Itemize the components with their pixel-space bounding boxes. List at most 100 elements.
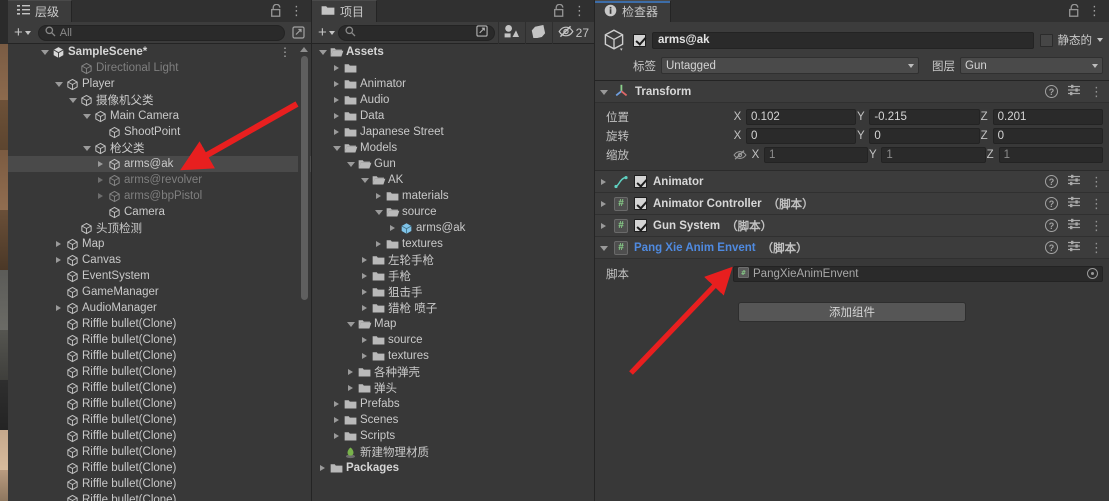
chevron-right-icon[interactable] (318, 464, 327, 473)
rotation-z-input[interactable]: 0 (992, 127, 1103, 144)
project-row[interactable]: 猎枪 喷子 (312, 300, 594, 316)
chevron-right-icon[interactable] (54, 304, 63, 313)
chevron-right-icon[interactable] (360, 304, 369, 313)
tag-dropdown[interactable]: Untagged (661, 57, 919, 74)
chevron-right-icon[interactable] (332, 64, 341, 73)
chevron-down-icon[interactable] (82, 144, 91, 153)
project-row[interactable]: Japanese Street (312, 124, 594, 140)
static-dropdown-chevron-icon[interactable] (1097, 38, 1103, 42)
hierarchy-row[interactable]: Riffle bullet(Clone) (8, 492, 311, 501)
chevron-right-icon[interactable] (332, 128, 341, 137)
hierarchy-row[interactable]: Riffle bullet(Clone) (8, 412, 311, 428)
rotation-x-input[interactable]: 0 (746, 127, 857, 144)
hierarchy-row[interactable]: 枪父类 (8, 140, 311, 156)
project-row[interactable]: Map (312, 316, 594, 332)
chevron-down-icon[interactable] (332, 144, 341, 153)
hierarchy-row[interactable]: Riffle bullet(Clone) (8, 428, 311, 444)
hierarchy-row[interactable]: Directional Light (8, 60, 311, 76)
add-component-button[interactable]: 添加组件 (738, 302, 966, 322)
hierarchy-row[interactable]: Riffle bullet(Clone) (8, 364, 311, 380)
hierarchy-row[interactable]: Map (8, 236, 311, 252)
project-row[interactable]: Scenes (312, 412, 594, 428)
hierarchy-row[interactable]: Camera (8, 204, 311, 220)
project-row[interactable]: arms@ak (312, 220, 594, 236)
hierarchy-scrollbar-thumb[interactable] (300, 56, 308, 300)
hierarchy-row[interactable]: Riffle bullet(Clone) (8, 396, 311, 412)
project-tree[interactable]: Assets Animator Audio Data Japanese Street Mo… (312, 44, 594, 501)
preset-icon[interactable] (1067, 239, 1081, 256)
chevron-down-icon[interactable] (40, 48, 49, 57)
rotation-y-input[interactable]: 0 (869, 127, 980, 144)
chevron-right-icon[interactable] (332, 400, 341, 409)
preset-icon[interactable] (1067, 195, 1081, 212)
component-options-kebab-icon[interactable]: ⋮ (1090, 197, 1103, 210)
component-options-kebab-icon[interactable]: ⋮ (1090, 241, 1103, 254)
hierarchy-row[interactable]: arms@bpPistol (8, 188, 311, 204)
chevron-right-icon[interactable] (96, 192, 105, 201)
help-icon[interactable]: ? (1045, 219, 1058, 232)
gameobject-enabled-checkbox[interactable] (633, 33, 646, 47)
project-row[interactable]: textures (312, 236, 594, 252)
filter-by-label-button[interactable] (524, 21, 552, 44)
chevron-right-icon[interactable] (388, 224, 397, 233)
help-icon[interactable]: ? (1045, 85, 1058, 98)
hierarchy-scrollbar[interactable] (298, 44, 310, 501)
project-row[interactable]: 弹头 (312, 380, 594, 396)
chevron-down-icon[interactable] (82, 112, 91, 121)
hierarchy-search-popout-button[interactable] (289, 24, 308, 41)
object-picker-icon[interactable] (1087, 268, 1098, 279)
scale-y-input[interactable]: 1 (881, 146, 986, 163)
position-y-input[interactable]: -0.215 (869, 108, 980, 125)
chevron-right-icon[interactable] (374, 240, 383, 249)
chevron-right-icon[interactable] (54, 256, 63, 265)
component-header[interactable]: Animator? ⋮ (595, 171, 1109, 193)
project-row[interactable]: source (312, 204, 594, 220)
project-row[interactable]: Prefabs (312, 396, 594, 412)
project-row[interactable]: Models (312, 140, 594, 156)
hierarchy-row[interactable]: Riffle bullet(Clone) (8, 460, 311, 476)
project-row[interactable]: Audio (312, 92, 594, 108)
hierarchy-row[interactable]: 摄像机父类 (8, 92, 311, 108)
preset-icon[interactable] (1067, 217, 1081, 234)
chevron-down-icon[interactable] (346, 320, 355, 329)
hierarchy-row[interactable]: EventSystem (8, 268, 311, 284)
create-asset-button[interactable]: + (315, 24, 338, 41)
static-checkbox[interactable] (1039, 33, 1053, 47)
chevron-right-icon[interactable] (599, 177, 608, 186)
hierarchy-row[interactable]: AudioManager (8, 300, 311, 316)
transform-header[interactable]: Transform ? ⋮ (595, 81, 1109, 103)
transform-options-kebab-icon[interactable]: ⋮ (1090, 85, 1103, 98)
scale-x-input[interactable]: 1 (764, 146, 869, 163)
gameobject-name-input[interactable]: arms@ak (652, 31, 1034, 49)
lock-icon[interactable] (271, 3, 282, 17)
chevron-right-icon[interactable] (360, 336, 369, 345)
hierarchy-row[interactable]: Riffle bullet(Clone) (8, 476, 311, 492)
hierarchy-row[interactable]: Player (8, 76, 311, 92)
component-options-kebab-icon[interactable]: ⋮ (1090, 175, 1103, 188)
chevron-right-icon[interactable] (599, 221, 608, 230)
chevron-right-icon[interactable] (96, 176, 105, 185)
project-row[interactable]: Data (312, 108, 594, 124)
hierarchy-row[interactable]: Riffle bullet(Clone) (8, 444, 311, 460)
chevron-right-icon[interactable] (346, 384, 355, 393)
project-row[interactable]: textures (312, 348, 594, 364)
chevron-right-icon[interactable] (360, 352, 369, 361)
component-enabled-checkbox[interactable] (634, 219, 647, 232)
component-enabled-checkbox[interactable] (634, 175, 647, 188)
chevron-right-icon[interactable] (54, 240, 63, 249)
chevron-right-icon[interactable] (96, 160, 105, 169)
chevron-down-icon[interactable] (360, 176, 369, 185)
project-row[interactable]: Scripts (312, 428, 594, 444)
hierarchy-row[interactable]: Riffle bullet(Clone) (8, 348, 311, 364)
component-options-kebab-icon[interactable]: ⋮ (1090, 219, 1103, 232)
transform-expand-twisty[interactable] (599, 87, 608, 96)
chevron-right-icon[interactable] (332, 416, 341, 425)
project-row[interactable]: 新建物理材质 (312, 444, 594, 460)
create-object-button[interactable]: + (11, 24, 34, 41)
chevron-right-icon[interactable] (332, 432, 341, 441)
constrain-proportions-icon[interactable] (733, 149, 747, 161)
project-search-input[interactable] (337, 24, 495, 41)
position-x-input[interactable]: 0.102 (746, 108, 857, 125)
hidden-assets-indicator[interactable]: 27 (551, 21, 594, 44)
scale-z-input[interactable]: 1 (998, 146, 1103, 163)
